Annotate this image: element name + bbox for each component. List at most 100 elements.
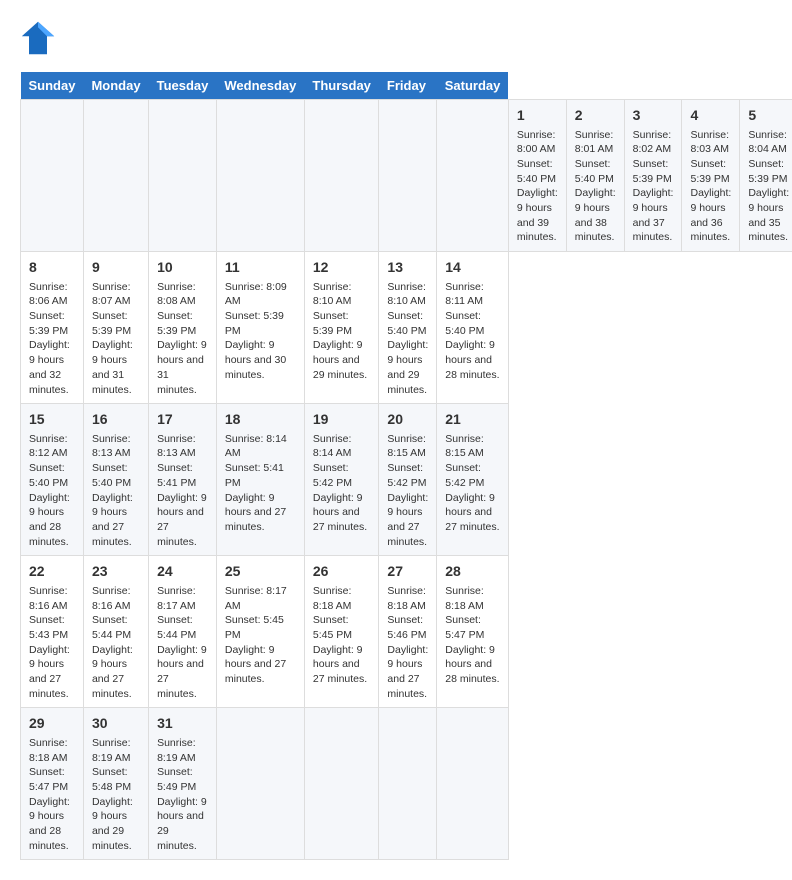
day-number: 9 (92, 258, 140, 278)
sunrise-info: Sunrise: 8:19 AM (157, 736, 208, 765)
calendar-week-row: 8 Sunrise: 8:06 AM Sunset: 5:39 PM Dayli… (21, 252, 792, 404)
day-number: 20 (387, 410, 428, 430)
sunset-info: Sunset: 5:39 PM (157, 309, 208, 338)
daylight-info: Daylight: 9 hours and 32 minutes. (29, 338, 75, 397)
weekday-header-row: SundayMondayTuesdayWednesdayThursdayFrid… (21, 72, 792, 100)
day-number: 13 (387, 258, 428, 278)
sunset-info: Sunset: 5:44 PM (92, 613, 140, 642)
calendar-cell: 3 Sunrise: 8:02 AM Sunset: 5:39 PM Dayli… (624, 100, 682, 252)
sunset-info: Sunset: 5:39 PM (748, 157, 789, 186)
calendar-cell: 27 Sunrise: 8:18 AM Sunset: 5:46 PM Dayl… (379, 556, 437, 708)
calendar-cell: 26 Sunrise: 8:18 AM Sunset: 5:45 PM Dayl… (304, 556, 379, 708)
daylight-info: Daylight: 9 hours and 27 minutes. (157, 491, 208, 550)
daylight-info: Daylight: 9 hours and 38 minutes. (575, 186, 616, 245)
logo (20, 20, 62, 56)
day-number: 12 (313, 258, 371, 278)
daylight-info: Daylight: 9 hours and 37 minutes. (633, 186, 674, 245)
calendar-cell: 11 Sunrise: 8:09 AM Sunset: 5:39 PM Dayl… (216, 252, 304, 404)
day-number: 21 (445, 410, 500, 430)
sunset-info: Sunset: 5:47 PM (445, 613, 500, 642)
sunrise-info: Sunrise: 8:13 AM (157, 432, 208, 461)
sunrise-info: Sunrise: 8:04 AM (748, 128, 789, 157)
day-number: 8 (29, 258, 75, 278)
calendar-cell: 23 Sunrise: 8:16 AM Sunset: 5:44 PM Dayl… (83, 556, 148, 708)
day-number: 28 (445, 562, 500, 582)
daylight-info: Daylight: 9 hours and 29 minutes. (313, 338, 371, 382)
day-number: 16 (92, 410, 140, 430)
calendar-cell: 18 Sunrise: 8:14 AM Sunset: 5:41 PM Dayl… (216, 404, 304, 556)
weekday-header-friday: Friday (379, 72, 437, 100)
weekday-header-saturday: Saturday (437, 72, 509, 100)
sunrise-info: Sunrise: 8:08 AM (157, 280, 208, 309)
sunrise-info: Sunrise: 8:10 AM (313, 280, 371, 309)
sunset-info: Sunset: 5:40 PM (92, 461, 140, 490)
calendar-cell: 12 Sunrise: 8:10 AM Sunset: 5:39 PM Dayl… (304, 252, 379, 404)
sunset-info: Sunset: 5:39 PM (633, 157, 674, 186)
sunset-info: Sunset: 5:42 PM (313, 461, 371, 490)
calendar-cell: 31 Sunrise: 8:19 AM Sunset: 5:49 PM Dayl… (149, 708, 217, 860)
daylight-info: Daylight: 9 hours and 30 minutes. (225, 338, 296, 382)
weekday-header-tuesday: Tuesday (149, 72, 217, 100)
calendar-cell: 2 Sunrise: 8:01 AM Sunset: 5:40 PM Dayli… (566, 100, 624, 252)
sunrise-info: Sunrise: 8:13 AM (92, 432, 140, 461)
calendar-cell: 17 Sunrise: 8:13 AM Sunset: 5:41 PM Dayl… (149, 404, 217, 556)
calendar-cell (21, 100, 84, 252)
calendar-cell: 14 Sunrise: 8:11 AM Sunset: 5:40 PM Dayl… (437, 252, 509, 404)
sunrise-info: Sunrise: 8:00 AM (517, 128, 558, 157)
calendar-cell: 10 Sunrise: 8:08 AM Sunset: 5:39 PM Dayl… (149, 252, 217, 404)
calendar-cell: 4 Sunrise: 8:03 AM Sunset: 5:39 PM Dayli… (682, 100, 740, 252)
day-number: 19 (313, 410, 371, 430)
sunset-info: Sunset: 5:42 PM (445, 461, 500, 490)
daylight-info: Daylight: 9 hours and 28 minutes. (29, 491, 75, 550)
calendar-cell: 19 Sunrise: 8:14 AM Sunset: 5:42 PM Dayl… (304, 404, 379, 556)
sunset-info: Sunset: 5:46 PM (387, 613, 428, 642)
sunset-info: Sunset: 5:40 PM (29, 461, 75, 490)
calendar-cell: 22 Sunrise: 8:16 AM Sunset: 5:43 PM Dayl… (21, 556, 84, 708)
sunset-info: Sunset: 5:39 PM (225, 309, 296, 338)
day-number: 4 (690, 106, 731, 126)
daylight-info: Daylight: 9 hours and 27 minutes. (313, 491, 371, 535)
calendar-cell (379, 708, 437, 860)
calendar-cell: 9 Sunrise: 8:07 AM Sunset: 5:39 PM Dayli… (83, 252, 148, 404)
day-number: 1 (517, 106, 558, 126)
calendar-cell: 13 Sunrise: 8:10 AM Sunset: 5:40 PM Dayl… (379, 252, 437, 404)
calendar-cell (304, 100, 379, 252)
calendar-cell: 28 Sunrise: 8:18 AM Sunset: 5:47 PM Dayl… (437, 556, 509, 708)
daylight-info: Daylight: 9 hours and 27 minutes. (92, 491, 140, 550)
calendar-cell: 1 Sunrise: 8:00 AM Sunset: 5:40 PM Dayli… (508, 100, 566, 252)
sunset-info: Sunset: 5:39 PM (29, 309, 75, 338)
daylight-info: Daylight: 9 hours and 28 minutes. (445, 338, 500, 382)
calendar-cell: 29 Sunrise: 8:18 AM Sunset: 5:47 PM Dayl… (21, 708, 84, 860)
daylight-info: Daylight: 9 hours and 27 minutes. (29, 643, 75, 702)
daylight-info: Daylight: 9 hours and 27 minutes. (225, 643, 296, 687)
day-number: 29 (29, 714, 75, 734)
sunrise-info: Sunrise: 8:18 AM (387, 584, 428, 613)
sunrise-info: Sunrise: 8:17 AM (157, 584, 208, 613)
day-number: 30 (92, 714, 140, 734)
sunset-info: Sunset: 5:48 PM (92, 765, 140, 794)
weekday-header-wednesday: Wednesday (216, 72, 304, 100)
daylight-info: Daylight: 9 hours and 27 minutes. (387, 491, 428, 550)
daylight-info: Daylight: 9 hours and 35 minutes. (748, 186, 789, 245)
calendar-cell: 24 Sunrise: 8:17 AM Sunset: 5:44 PM Dayl… (149, 556, 217, 708)
day-number: 5 (748, 106, 789, 126)
day-number: 14 (445, 258, 500, 278)
sunrise-info: Sunrise: 8:18 AM (445, 584, 500, 613)
sunset-info: Sunset: 5:39 PM (92, 309, 140, 338)
daylight-info: Daylight: 9 hours and 29 minutes. (92, 795, 140, 854)
calendar-cell: 30 Sunrise: 8:19 AM Sunset: 5:48 PM Dayl… (83, 708, 148, 860)
sunset-info: Sunset: 5:39 PM (690, 157, 731, 186)
sunrise-info: Sunrise: 8:16 AM (29, 584, 75, 613)
sunset-info: Sunset: 5:41 PM (157, 461, 208, 490)
daylight-info: Daylight: 9 hours and 27 minutes. (387, 643, 428, 702)
sunrise-info: Sunrise: 8:18 AM (313, 584, 371, 613)
sunset-info: Sunset: 5:40 PM (387, 309, 428, 338)
daylight-info: Daylight: 9 hours and 28 minutes. (29, 795, 75, 854)
sunrise-info: Sunrise: 8:10 AM (387, 280, 428, 309)
daylight-info: Daylight: 9 hours and 29 minutes. (387, 338, 428, 397)
sunrise-info: Sunrise: 8:18 AM (29, 736, 75, 765)
sunrise-info: Sunrise: 8:17 AM (225, 584, 296, 613)
daylight-info: Daylight: 9 hours and 27 minutes. (445, 491, 500, 535)
sunset-info: Sunset: 5:40 PM (517, 157, 558, 186)
calendar-week-row: 22 Sunrise: 8:16 AM Sunset: 5:43 PM Dayl… (21, 556, 792, 708)
